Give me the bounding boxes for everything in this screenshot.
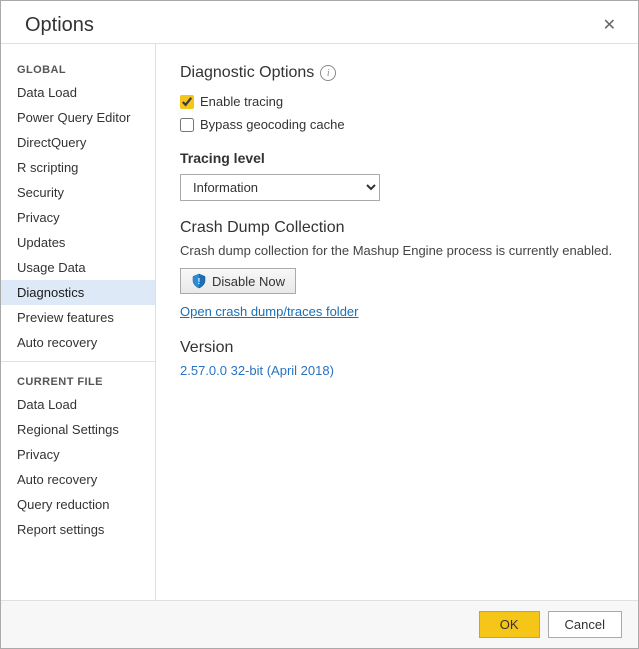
enable-tracing-label[interactable]: Enable tracing [200, 94, 283, 109]
sidebar-item-preview-features[interactable]: Preview features [1, 305, 155, 330]
sidebar-item-security[interactable]: Security [1, 180, 155, 205]
sidebar-item-cf-auto-recovery[interactable]: Auto recovery [1, 467, 155, 492]
main-content: Diagnostic Options i Enable tracing Bypa… [156, 44, 638, 600]
bypass-geocoding-row: Bypass geocoding cache [180, 117, 614, 132]
sidebar-item-updates[interactable]: Updates [1, 230, 155, 255]
dialog-title: Options [25, 14, 94, 37]
crash-dump-title: Crash Dump Collection [180, 219, 614, 237]
title-bar: Options ✕ [1, 1, 638, 43]
tracing-level-select[interactable]: Information Verbose Warning Error [180, 174, 380, 201]
sidebar-item-auto-recovery[interactable]: Auto recovery [1, 330, 155, 355]
sidebar-item-data-load[interactable]: Data Load [1, 80, 155, 105]
global-section-label: GLOBAL [1, 56, 155, 80]
cancel-button[interactable]: Cancel [548, 611, 622, 638]
bypass-geocoding-label[interactable]: Bypass geocoding cache [200, 117, 345, 132]
disable-now-button[interactable]: ! Disable Now [180, 268, 296, 294]
dialog-footer: OK Cancel [1, 600, 638, 648]
sidebar-item-cf-report-settings[interactable]: Report settings [1, 517, 155, 542]
sidebar-item-cf-regional-settings[interactable]: Regional Settings [1, 417, 155, 442]
close-button[interactable]: ✕ [597, 11, 622, 39]
diagnostic-section-title: Diagnostic Options i [180, 64, 614, 82]
crash-dump-section: Crash Dump Collection Crash dump collect… [180, 219, 614, 319]
enable-tracing-row: Enable tracing [180, 94, 614, 109]
bypass-geocoding-checkbox[interactable] [180, 118, 194, 132]
version-section: Version 2.57.0.0 32-bit (April 2018) [180, 339, 614, 378]
version-value: 2.57.0.0 32-bit (April 2018) [180, 363, 614, 378]
sidebar: GLOBAL Data Load Power Query Editor Dire… [1, 44, 156, 600]
enable-tracing-checkbox[interactable] [180, 95, 194, 109]
sidebar-item-privacy[interactable]: Privacy [1, 205, 155, 230]
shield-icon: ! [191, 273, 207, 289]
sidebar-item-cf-data-load[interactable]: Data Load [1, 392, 155, 417]
info-icon: i [320, 65, 336, 81]
open-crash-dump-link[interactable]: Open crash dump/traces folder [180, 304, 614, 319]
sidebar-item-power-query-editor[interactable]: Power Query Editor [1, 105, 155, 130]
options-dialog: Options ✕ GLOBAL Data Load Power Query E… [0, 0, 639, 649]
sidebar-item-direct-query[interactable]: DirectQuery [1, 130, 155, 155]
ok-button[interactable]: OK [479, 611, 540, 638]
tracing-level-title: Tracing level [180, 150, 614, 166]
current-file-section-label: CURRENT FILE [1, 368, 155, 392]
dialog-body: GLOBAL Data Load Power Query Editor Dire… [1, 43, 638, 600]
crash-dump-desc: Crash dump collection for the Mashup Eng… [180, 243, 614, 258]
sidebar-item-cf-query-reduction[interactable]: Query reduction [1, 492, 155, 517]
sidebar-item-r-scripting[interactable]: R scripting [1, 155, 155, 180]
version-title: Version [180, 339, 614, 357]
sidebar-item-cf-privacy[interactable]: Privacy [1, 442, 155, 467]
sidebar-item-diagnostics[interactable]: Diagnostics [1, 280, 155, 305]
sidebar-item-usage-data[interactable]: Usage Data [1, 255, 155, 280]
svg-text:!: ! [198, 277, 201, 286]
